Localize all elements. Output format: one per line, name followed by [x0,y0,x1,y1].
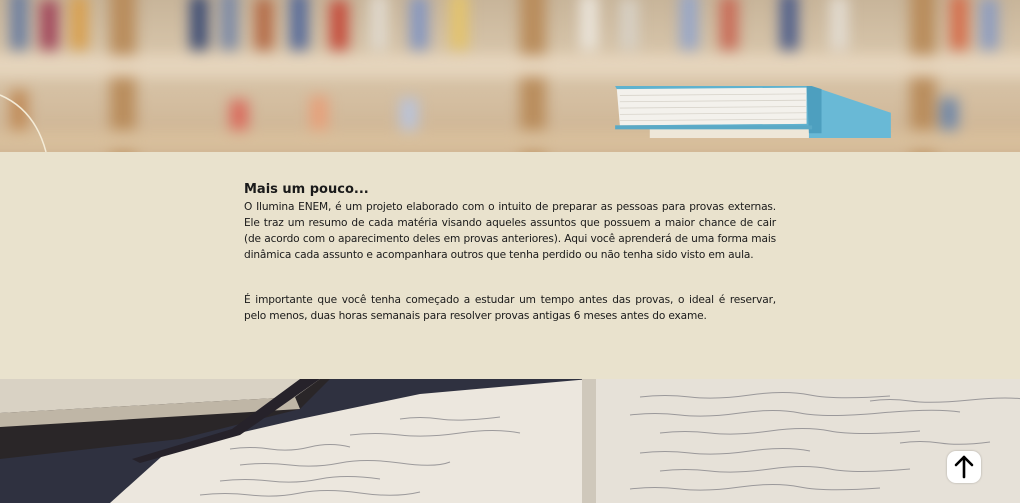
about-paragraph-2: É importante que você tenha começado a e… [244,294,776,322]
header-banner-image [0,0,1020,152]
about-paragraph-1: O Ilumina ENEM, é um projeto elaborado c… [244,201,776,261]
section-title: Mais um pouco... [244,182,369,197]
book-stack-illustration [615,86,891,138]
about-section: Mais um pouco... O Ilumina ENEM, é um pr… [0,152,1020,379]
about-text-container: Mais um pouco... O Ilumina ENEM, é um pr… [244,182,776,324]
back-to-top-button[interactable] [947,451,981,483]
decorative-curve [0,94,47,152]
footer-banner-image [0,379,1020,503]
arrow-up-icon [954,455,974,479]
open-notebook-illustration [0,379,1020,503]
